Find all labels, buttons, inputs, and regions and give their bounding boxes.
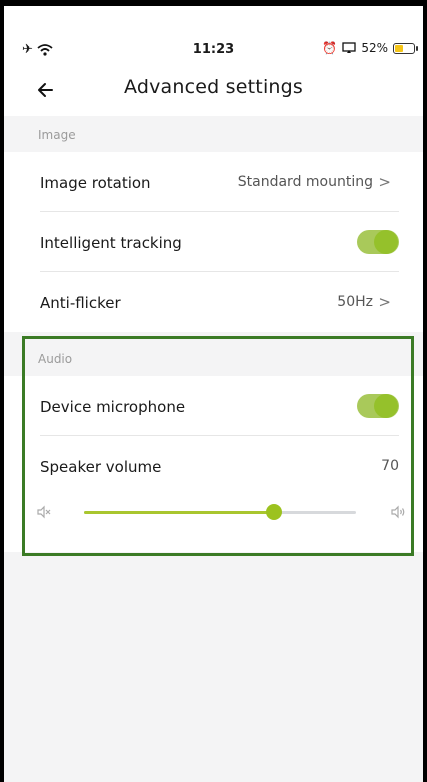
speaker-volume-value: 70 (381, 458, 399, 474)
volume-slider-fill (84, 511, 275, 514)
intelligent-tracking-label: Intelligent tracking (40, 234, 182, 252)
intelligent-tracking-row: Intelligent tracking (4, 212, 423, 272)
section-label-audio: Audio (38, 352, 73, 366)
speaker-volume-row: Speaker volume 70 (4, 436, 423, 496)
speaker-volume-label: Speaker volume (40, 458, 162, 476)
chevron-right-icon: > (378, 173, 391, 191)
section-header-image: Image (4, 116, 423, 152)
device-frame: ✈ 11:23 ⏰ 52% Advanced settings Image Im… (0, 0, 427, 782)
volume-slider-thumb[interactable] (266, 504, 283, 520)
toggle-knob (374, 394, 398, 418)
speaker-volume-icon (391, 505, 405, 519)
image-rotation-label: Image rotation (40, 174, 151, 192)
image-rotation-row[interactable]: Image rotation Standard mounting > (4, 152, 423, 212)
anti-flicker-row[interactable]: Anti-flicker 50Hz > (4, 272, 423, 332)
volume-slider-track[interactable] (84, 511, 356, 514)
section-header-audio: Audio (4, 340, 423, 376)
battery-icon (393, 42, 418, 54)
speaker-mute-icon (37, 505, 51, 519)
speaker-volume-slider-row (4, 492, 423, 552)
empty-area (4, 560, 423, 782)
battery-fill (395, 44, 403, 52)
toggle-knob (374, 230, 398, 254)
device-microphone-toggle[interactable] (357, 394, 399, 418)
alarm-icon: ⏰ (322, 41, 338, 55)
intelligent-tracking-toggle[interactable] (357, 230, 399, 254)
screen-mirror-icon (342, 42, 356, 53)
image-rotation-value: Standard mounting (237, 174, 373, 190)
header: Advanced settings (4, 68, 423, 116)
anti-flicker-value: 50Hz (337, 294, 373, 310)
page-title: Advanced settings (123, 76, 304, 98)
device-microphone-row: Device microphone (4, 376, 423, 436)
status-right: ⏰ 52% (322, 41, 418, 55)
anti-flicker-label: Anti-flicker (40, 294, 121, 312)
screen: ✈ 11:23 ⏰ 52% Advanced settings Image Im… (4, 6, 423, 782)
chevron-right-icon: > (378, 293, 391, 311)
battery-percent: 52% (361, 41, 388, 55)
device-microphone-label: Device microphone (40, 398, 186, 416)
section-label-image: Image (38, 128, 76, 142)
